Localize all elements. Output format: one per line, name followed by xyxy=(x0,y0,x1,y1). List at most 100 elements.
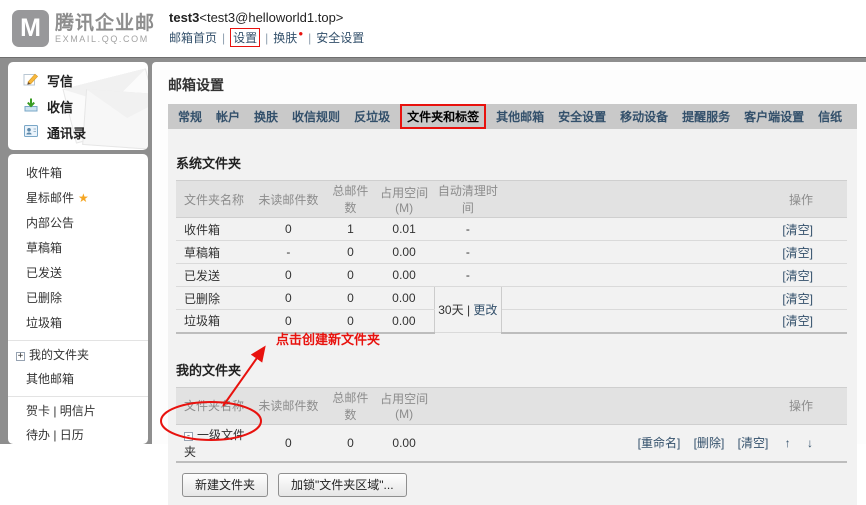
tab-folders-and-labels[interactable]: 文件夹和标签 xyxy=(400,104,486,129)
compose-icon xyxy=(23,71,39,90)
contacts-icon xyxy=(23,123,39,142)
sidebar-item-starred[interactable]: 星标邮件★ xyxy=(8,186,148,211)
settings-tabbar: 常规 帐户 换肤 收信规则 反垃圾 文件夹和标签 其他邮箱 安全设置 移动设备 … xyxy=(168,104,857,129)
space-used: 0.00 xyxy=(374,264,434,287)
sidebar-item-sent[interactable]: 已发送 xyxy=(8,261,148,286)
table-row: 已发送 0 0 0.00 - [清空] xyxy=(176,264,847,287)
total-count: 0 xyxy=(327,241,374,264)
empty-folder-link[interactable]: [清空] xyxy=(782,269,813,283)
move-up-icon[interactable]: ↑ xyxy=(785,436,791,450)
delete-folder-link[interactable]: [删除] xyxy=(694,436,725,450)
receive-mail-icon xyxy=(23,97,39,116)
total-count: 0 xyxy=(327,287,374,310)
tab-mobile-devices[interactable]: 移动设备 xyxy=(613,108,675,125)
empty-folder-link[interactable]: [清空] xyxy=(738,436,769,450)
nav-settings[interactable]: 设置 xyxy=(230,28,260,47)
sidebar-item-inbox[interactable]: 收件箱 xyxy=(8,161,148,186)
settings-content: 系统文件夹 文件夹名称 未读邮件数 总邮件数 占用空间(M) 自动清理时间 操作 xyxy=(168,129,857,505)
tab-skin[interactable]: 换肤 xyxy=(247,108,285,125)
receive-mail-label: 收信 xyxy=(47,97,73,116)
col-folder-name: 文件夹名称 xyxy=(176,387,250,424)
empty-folder-link[interactable]: [清空] xyxy=(782,314,813,328)
receive-mail-button[interactable]: 收信 xyxy=(8,93,148,119)
header-nav: 邮箱首页 | 设置 | 换肤● | 安全设置 xyxy=(169,28,364,47)
user-email: <test3@helloworld1.top> xyxy=(199,10,343,25)
table-header-row: 文件夹名称 未读邮件数 总邮件数 占用空间(M) 自动清理时间 操作 xyxy=(176,181,847,218)
space-used: 0.00 xyxy=(374,287,434,310)
space-used: 0.00 xyxy=(374,310,434,333)
new-folder-button[interactable]: 新建文件夹 xyxy=(182,473,268,497)
sidebar-item-todo-calendar[interactable]: 待办 | 日历 xyxy=(8,423,148,444)
tab-mail-rules[interactable]: 收信规则 xyxy=(285,108,347,125)
main-panel: 邮箱设置 常规 帐户 换肤 收信规则 反垃圾 文件夹和标签 其他邮箱 安全设置 … xyxy=(152,62,866,444)
sidebar-item-junk[interactable]: 垃圾箱 xyxy=(8,311,148,336)
unread-count: 0 xyxy=(250,424,327,462)
rename-folder-link[interactable]: [重命名] xyxy=(638,436,681,450)
col-folder-name: 文件夹名称 xyxy=(176,181,250,218)
user-block: test3<test3@helloworld1.top> 邮箱首页 | 设置 |… xyxy=(169,10,364,47)
autoclean-value: - xyxy=(434,264,501,287)
tab-client-settings[interactable]: 客户端设置 xyxy=(737,108,811,125)
my-folders-title: 我的文件夹 xyxy=(176,360,847,379)
empty-folder-link[interactable]: [清空] xyxy=(782,292,813,306)
user-line: test3<test3@helloworld1.top> xyxy=(169,10,364,25)
collapse-icon[interactable]: - xyxy=(184,432,193,441)
exmail-logo-text: 腾讯企业邮 EXMAIL.QQ.COM xyxy=(55,14,155,44)
col-space-used: 占用空间(M) xyxy=(374,181,434,218)
sidebar: 写信 收信 xyxy=(8,62,148,444)
lock-folder-area-button[interactable]: 加锁"文件夹区域"... xyxy=(278,473,407,497)
table-row: 收件箱 0 1 0.01 - [清空] xyxy=(176,218,847,241)
col-unread-count: 未读邮件数 xyxy=(250,387,327,424)
tab-reminder-service[interactable]: 提醒服务 xyxy=(675,108,737,125)
compose-button[interactable]: 写信 xyxy=(8,67,148,93)
user-name: test3 xyxy=(169,10,199,25)
expand-icon[interactable]: + xyxy=(16,352,25,361)
annotation-label: 点击创建新文件夹 xyxy=(276,329,380,348)
empty-cell xyxy=(434,424,501,462)
autoclean-change-link[interactable]: 更改 xyxy=(473,303,497,317)
nav-security-settings[interactable]: 安全设置 xyxy=(316,29,364,46)
sidebar-item-greeting-cards[interactable]: 贺卡 | 明信片 xyxy=(8,396,148,423)
autoclean-merged-cell: 30天 | 更改 xyxy=(434,287,501,333)
col-unread-count: 未读邮件数 xyxy=(250,181,327,218)
sidebar-folder-list: 收件箱 星标邮件★ 内部公告 草稿箱 已发送 已删除 垃圾箱 +我的文件夹 其他… xyxy=(8,161,148,444)
col-total-count: 总邮件数 xyxy=(327,181,374,218)
sidebar-item-other-mailbox[interactable]: 其他邮箱 xyxy=(8,367,148,392)
col-total-count: 总邮件数 xyxy=(327,387,374,424)
space-used: 0.01 xyxy=(374,218,434,241)
sidebar-item-drafts[interactable]: 草稿箱 xyxy=(8,236,148,261)
empty-folder-link[interactable]: [清空] xyxy=(782,223,813,237)
exmail-settings-page: { "header": { "logo": { "letter": "M", "… xyxy=(0,0,866,444)
autoclean-separator: | xyxy=(467,303,470,317)
sidebar-item-announcements[interactable]: 内部公告 xyxy=(8,211,148,236)
system-folders-title: 系统文件夹 xyxy=(176,153,847,172)
contacts-label: 通讯录 xyxy=(47,123,86,142)
space-used: 0.00 xyxy=(374,241,434,264)
tab-other-mailbox[interactable]: 其他邮箱 xyxy=(489,108,551,125)
move-down-icon[interactable]: ↓ xyxy=(807,436,813,450)
folder-name: -一级文件夹 xyxy=(176,424,250,462)
nav-separator: | xyxy=(222,31,225,45)
total-count: 1 xyxy=(327,218,374,241)
unread-count: 0 xyxy=(250,287,327,310)
app-header: M 腾讯企业邮 EXMAIL.QQ.COM test3<test3@hellow… xyxy=(0,0,866,57)
autoclean-value: - xyxy=(434,241,501,264)
logo-domain: EXMAIL.QQ.COM xyxy=(55,35,155,44)
empty-folder-link[interactable]: [清空] xyxy=(782,246,813,260)
tab-stationery[interactable]: 信纸 xyxy=(811,108,849,125)
sidebar-item-my-folders[interactable]: +我的文件夹 xyxy=(8,340,148,367)
folder-name: 草稿箱 xyxy=(176,241,250,264)
contacts-button[interactable]: 通讯录 xyxy=(8,119,148,145)
tab-account[interactable]: 帐户 xyxy=(209,108,247,125)
star-icon: ★ xyxy=(78,191,89,205)
tab-antispam[interactable]: 反垃圾 xyxy=(347,108,397,125)
nav-mail-home[interactable]: 邮箱首页 xyxy=(169,29,217,46)
sidebar-actions-box: 写信 收信 xyxy=(8,62,148,150)
tab-general[interactable]: 常规 xyxy=(171,108,209,125)
nav-skin[interactable]: 换肤● xyxy=(273,29,303,46)
sidebar-item-deleted[interactable]: 已删除 xyxy=(8,286,148,311)
folder-name: 垃圾箱 xyxy=(176,310,250,333)
tab-security-settings[interactable]: 安全设置 xyxy=(551,108,613,125)
folder-name: 已发送 xyxy=(176,264,250,287)
table-row: 已删除 0 0 0.00 30天 | 更改 [清空] xyxy=(176,287,847,310)
